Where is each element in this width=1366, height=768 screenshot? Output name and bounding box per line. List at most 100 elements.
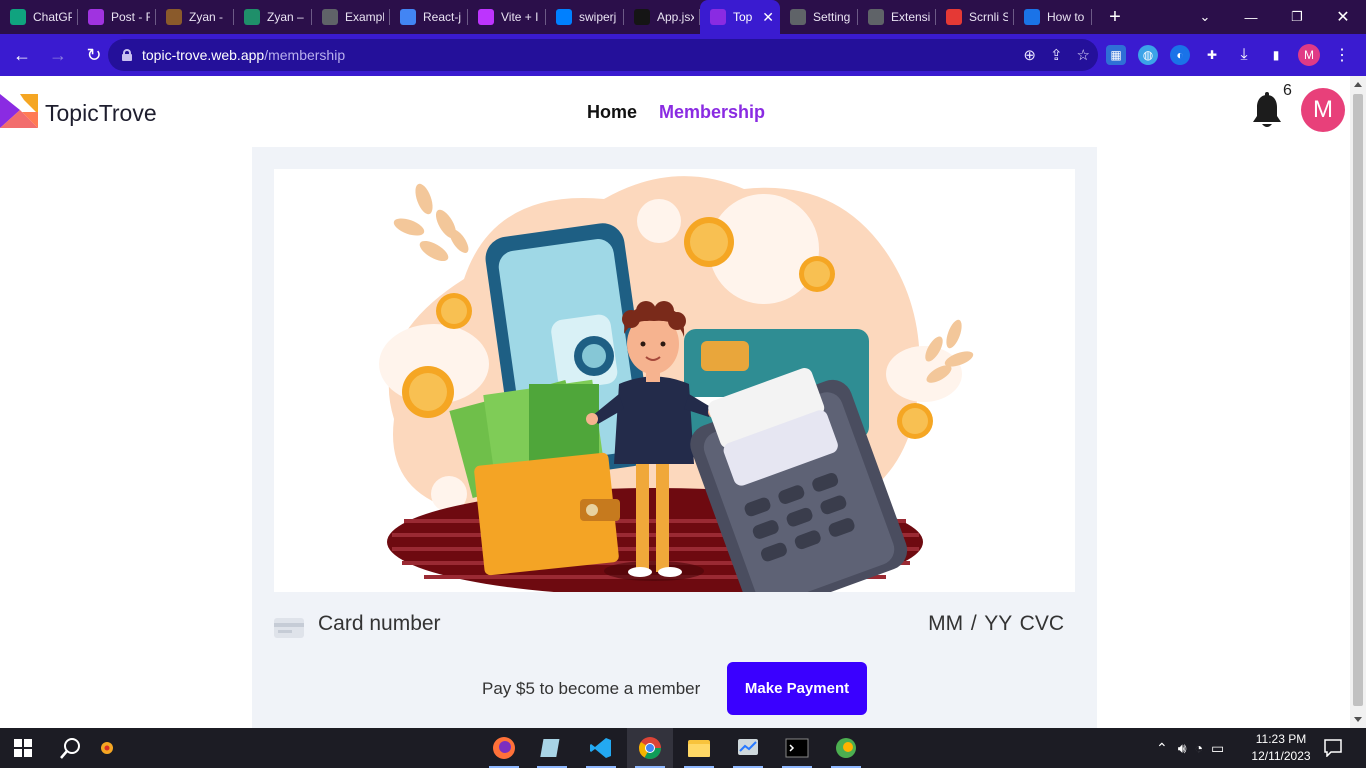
page-content: TopicTrove Home Membership 6 M Card numb… [0, 76, 1350, 728]
tab-title: Vite + I [501, 10, 539, 24]
minimize-button[interactable]: — [1228, 0, 1274, 34]
reload-icon[interactable]: ↻ [78, 39, 110, 71]
tab-title: How to [1047, 10, 1085, 24]
expiry-cvc-field[interactable]: MM / YY CVC [928, 612, 1064, 636]
tab-title: Zyan – [267, 10, 304, 24]
browser-menu-icon[interactable]: ⋮ [1332, 45, 1352, 65]
share-icon[interactable]: ⇪ [1050, 46, 1063, 64]
volume-icon[interactable]: 🔊︎ [1178, 740, 1187, 757]
bookmark-star-icon[interactable]: ☆ [1077, 46, 1090, 64]
battery-icon[interactable]: ▭ [1211, 740, 1224, 757]
payment-action-row: Pay $5 to become a member Make Payment [252, 662, 1097, 716]
zoom-icon[interactable]: ⊕ [1023, 46, 1036, 64]
address-bar[interactable]: topic-trove.web.app/membership ⊕ ⇪ ☆ [108, 39, 1098, 71]
tab-title: Top [733, 10, 753, 24]
site-logo[interactable]: TopicTrove [0, 94, 157, 132]
browser-tab[interactable]: React-j [390, 0, 468, 34]
browser-tab[interactable]: swiperj [546, 0, 624, 34]
lock-icon[interactable] [122, 49, 132, 61]
make-payment-button[interactable]: Make Payment [727, 662, 867, 715]
card-input-row[interactable]: Card number MM / YY CVC [274, 612, 1064, 642]
windows-start-icon[interactable] [0, 728, 46, 768]
notification-bell-icon[interactable] [1251, 92, 1283, 130]
chrome-icon[interactable] [627, 728, 673, 768]
payment-illustration-image [379, 176, 974, 592]
wifi-icon[interactable]: ◔ [1195, 740, 1203, 756]
browser-tab[interactable]: Extensi [858, 0, 936, 34]
tab-list: ChatGP Post - F Zyan - Zyan – Exampl React-j V… [0, 0, 1092, 34]
browser-tab[interactable]: Zyan - [156, 0, 234, 34]
widget-icon[interactable] [84, 728, 130, 768]
tab-search-icon[interactable]: ⌄ [1182, 0, 1228, 34]
scroll-down-icon[interactable] [1354, 717, 1362, 722]
edge-extension-icon[interactable]: ◐ [1170, 45, 1190, 65]
chatgpt-icon [10, 9, 26, 25]
nav-link-membership[interactable]: Membership [659, 102, 765, 123]
browser-tab[interactable]: Exampl [312, 0, 390, 34]
browser-tab[interactable]: Post - F [78, 0, 156, 34]
browser-tab[interactable]: Setting [780, 0, 858, 34]
user-avatar[interactable]: M [1301, 88, 1345, 132]
tray-chevron-icon[interactable]: ⌃ [1156, 740, 1168, 757]
credit-card-icon [274, 618, 304, 638]
gear-icon [790, 9, 806, 25]
puzzle-icon [868, 9, 884, 25]
tab-title: Exampl [345, 10, 384, 24]
browser-toolbar: ← → ↻ topic-trove.web.app/membership ⊕ ⇪… [0, 34, 1366, 76]
page-scrollbar[interactable] [1350, 76, 1366, 728]
extensions-puzzle-icon[interactable]: ✚ [1202, 45, 1222, 65]
side-panel-icon[interactable]: ▮ [1266, 45, 1286, 65]
scroll-thumb[interactable] [1353, 94, 1363, 706]
url-host: topic-trove.web.app [142, 47, 265, 63]
clock-time: 11:23 PM [1255, 732, 1307, 746]
codesandbox-icon [634, 9, 650, 25]
url-path: /membership [264, 47, 346, 63]
vscode-icon[interactable] [578, 728, 624, 768]
browser-tab[interactable]: Top ✕ [700, 0, 780, 34]
file-explorer-icon[interactable] [676, 728, 722, 768]
main-nav: Home Membership [587, 102, 765, 123]
globe-icon [322, 9, 338, 25]
back-icon[interactable]: ← [6, 39, 38, 71]
tab-title: ChatGP [33, 10, 72, 24]
close-tab-icon[interactable]: ✕ [762, 9, 774, 26]
browser-tab[interactable]: Zyan – [234, 0, 312, 34]
forward-icon[interactable]: → [42, 39, 74, 71]
notification-center-icon[interactable] [1310, 728, 1356, 768]
edge-icon [1024, 9, 1040, 25]
browser-tab-strip: ChatGP Post - F Zyan - Zyan – Exampl React-j V… [0, 0, 1366, 34]
nav-link-home[interactable]: Home [587, 102, 637, 123]
browser-tab[interactable]: How to [1014, 0, 1092, 34]
extension-icons: ▦ ◍ ◐ ✚ ⤓ ▮ M ⋮ [1106, 34, 1352, 76]
topictrove-logo-icon [0, 94, 38, 128]
restore-button[interactable]: ❐ [1274, 0, 1320, 34]
scroll-up-icon[interactable] [1354, 82, 1362, 87]
app-icon[interactable] [529, 728, 575, 768]
taskbar-clock[interactable]: 11:23 PM 12/11/2023 [1250, 731, 1312, 765]
browser-tab[interactable]: App.jsx [624, 0, 700, 34]
payment-illustration [274, 169, 1075, 592]
browser-tab[interactable]: Vite + I [468, 0, 546, 34]
download-icon[interactable]: ⤓ [1234, 45, 1254, 65]
card-number-field[interactable]: Card number [318, 612, 441, 636]
docs-icon [400, 9, 416, 25]
translate-extension-icon[interactable]: ▦ [1106, 45, 1126, 65]
task-manager-icon[interactable] [725, 728, 771, 768]
topictrove-icon [710, 9, 726, 25]
firefox-icon[interactable] [481, 728, 527, 768]
membership-payment-panel: Card number MM / YY CVC Pay $5 to become… [252, 147, 1097, 728]
browser-profile-avatar[interactable]: M [1298, 44, 1320, 66]
browser-tab[interactable]: ChatGP [0, 0, 78, 34]
clock-date: 12/11/2023 [1251, 749, 1311, 763]
terminal-icon[interactable] [774, 728, 820, 768]
app-icon-2[interactable] [823, 728, 869, 768]
browser-tab[interactable]: Scrnli S [936, 0, 1014, 34]
close-window-button[interactable]: ✕ [1320, 0, 1366, 34]
windows-taskbar: ⌃ 🔊︎ ◔ ▭ 11:23 PM 12/11/2023 [0, 728, 1366, 768]
new-tab-button[interactable]: + [1100, 0, 1130, 34]
globe-extension-icon[interactable]: ◍ [1138, 45, 1158, 65]
tab-title: Scrnli S [969, 10, 1008, 24]
vite-icon [478, 9, 494, 25]
tab-title: React-j [423, 10, 462, 24]
payment-description: Pay $5 to become a member [482, 679, 701, 698]
